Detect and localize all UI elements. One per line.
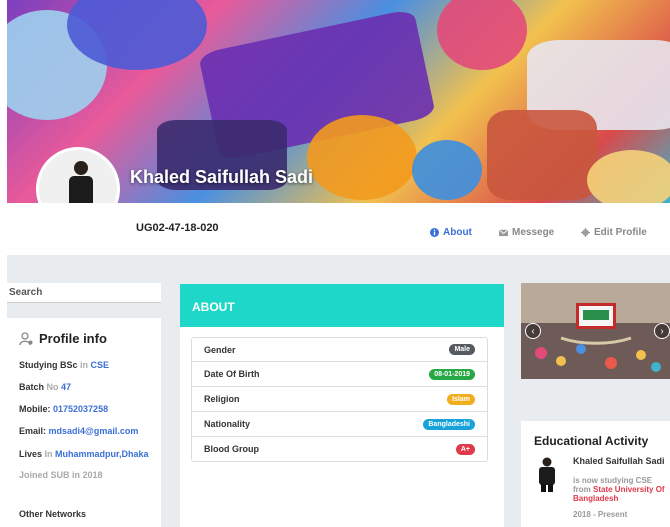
about-row-gender: Gender Male: [191, 337, 488, 362]
profile-info-title: Profile info: [19, 331, 107, 346]
tab-about-label: About: [443, 227, 472, 238]
nationality-badge: Bangladeshi: [423, 418, 475, 430]
studying-line: Studying BSc in CSE: [19, 360, 110, 370]
about-label: Nationality: [204, 419, 251, 429]
tab-message-label: Messege: [512, 227, 555, 238]
tab-edit-profile[interactable]: Edit Profile: [581, 227, 647, 238]
about-row-religion: Religion Islam: [191, 387, 488, 412]
student-id: UG02-47-18-020: [136, 222, 219, 234]
tab-edit-profile-label: Edit Profile: [594, 227, 647, 238]
joined-line: Joined SUB in 2018: [19, 470, 103, 480]
profile-subbar: [7, 203, 670, 255]
about-row-dob: Date Of Birth 08-01-2019: [191, 362, 488, 387]
blood-group-badge: A+: [455, 443, 475, 455]
mobile-line: Mobile: 01752037258: [19, 404, 109, 414]
tab-about[interactable]: About: [430, 227, 472, 238]
educational-activity-title: Educational Activity: [534, 434, 649, 448]
gender-badge: Male: [449, 344, 475, 355]
chevron-left-icon: ‹: [531, 325, 535, 337]
tab-message[interactable]: Messege: [499, 227, 554, 238]
info-icon: [430, 228, 439, 237]
profile-info-title-text: Profile info: [39, 331, 107, 346]
about-list: Gender Male Date Of Birth 08-01-2019 Rel…: [191, 337, 488, 462]
education-description: is now studying CSE from State Universit…: [573, 476, 665, 503]
chevron-right-icon: ›: [660, 325, 664, 337]
profile-info-card: Profile info Studying BSc in CSE Batch N…: [7, 318, 161, 527]
about-label: Religion: [204, 394, 240, 404]
other-networks-title: Other Networks: [19, 509, 87, 519]
about-row-blood-group: Blood Group A+: [191, 437, 488, 462]
user-icon: [19, 331, 33, 345]
search-input[interactable]: Search: [7, 283, 161, 303]
image-carousel[interactable]: ‹ ›: [521, 283, 670, 379]
dob-badge: 08-01-2019: [429, 368, 475, 380]
education-years: 2018 - Present: [573, 510, 628, 519]
carousel-slide-image: [521, 283, 670, 379]
search-label: Search: [9, 287, 43, 298]
batch-line: Batch No 47: [19, 382, 72, 392]
carousel-prev-button[interactable]: ‹: [525, 323, 541, 339]
about-title: ABOUT: [180, 284, 504, 327]
about-label: Date Of Birth: [204, 369, 260, 379]
about-label: Gender: [204, 344, 236, 355]
about-row-nationality: Nationality Bangladeshi: [191, 412, 488, 437]
educational-activity-card: Educational Activity Khaled Saifullah Sa…: [521, 421, 670, 527]
about-card: ABOUT Gender Male Date Of Birth 08-01-20…: [180, 284, 504, 527]
education-person-name[interactable]: Khaled Saifullah Sadi: [573, 457, 669, 466]
profile-name: Khaled Saifullah Sadi: [130, 167, 314, 187]
person-photo-icon: [539, 457, 555, 492]
religion-badge: Islam: [447, 393, 475, 405]
about-label: Blood Group: [204, 444, 259, 454]
gear-icon: [581, 228, 590, 237]
envelope-icon: [499, 229, 508, 237]
carousel-next-button[interactable]: ›: [654, 323, 670, 339]
lives-line: Lives In Muhammadpur,Dhaka: [19, 449, 149, 459]
email-line: Email: mdsadi4@gmail.com: [19, 426, 139, 436]
